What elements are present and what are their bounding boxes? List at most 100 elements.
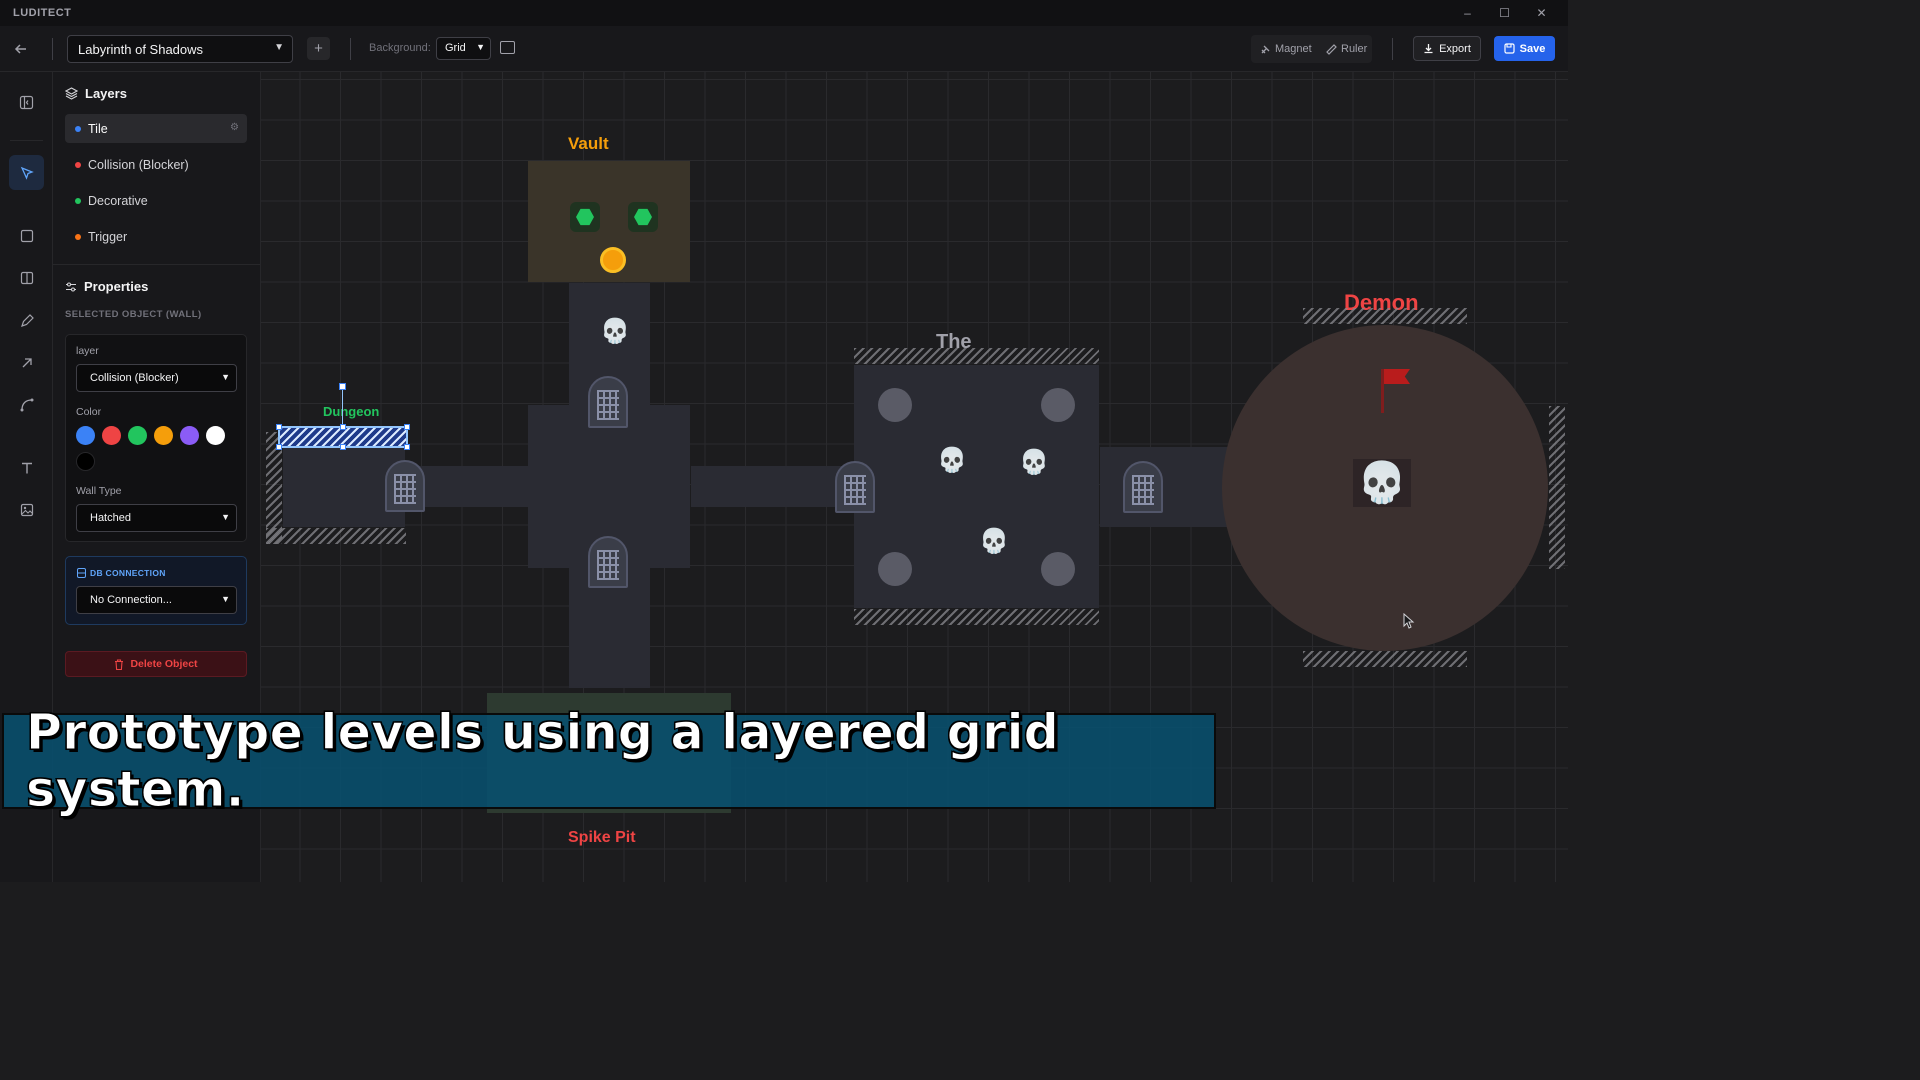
spike-pit-label: Spike Pit [568, 829, 636, 846]
demon-wall-south[interactable] [1303, 651, 1467, 667]
wall-type-select[interactable]: Hatched ▼ [76, 504, 237, 532]
chevron-down-icon: ▼ [476, 42, 485, 52]
color-swatch-green[interactable] [128, 426, 147, 445]
resize-handle[interactable] [404, 424, 410, 430]
east-passage[interactable] [1100, 447, 1230, 527]
color-swatch-amber[interactable] [154, 426, 173, 445]
toggle-sidebar-icon[interactable] [9, 85, 44, 120]
layer-item-trigger[interactable]: Trigger [65, 222, 247, 251]
curve-tool-icon[interactable] [9, 387, 44, 422]
color-swatch-white[interactable] [206, 426, 225, 445]
project-select[interactable]: Labyrinth of Shadows ▼ [67, 35, 293, 63]
chevron-down-icon: ▼ [221, 372, 230, 382]
add-project-button[interactable]: + [307, 37, 330, 60]
skull-icon[interactable]: 💀 [600, 320, 630, 344]
text-tool-icon[interactable] [9, 450, 44, 485]
export-button[interactable]: Export [1413, 36, 1481, 61]
skull-icon[interactable]: 💀 [937, 449, 967, 473]
pillar[interactable] [878, 388, 912, 422]
gem-icon[interactable] [628, 202, 658, 232]
properties-header: Properties [65, 279, 148, 294]
background-select[interactable]: Grid ▼ [436, 37, 491, 60]
resize-handle[interactable] [340, 424, 346, 430]
color-swatch-red[interactable] [102, 426, 121, 445]
close-button[interactable]: ✕ [1523, 0, 1560, 26]
title-bar: LUDITECT – ☐ ✕ [0, 0, 1568, 26]
gem-icon[interactable] [570, 202, 600, 232]
resize-handle[interactable] [340, 444, 346, 450]
color-swatch-black[interactable] [76, 452, 95, 471]
skull-icon[interactable]: 💀 [1019, 451, 1049, 475]
layer-select-value: Collision (Blocker) [90, 372, 179, 384]
sliders-icon [66, 282, 76, 291]
gate-icon[interactable] [385, 460, 425, 512]
layer-item-decorative[interactable]: Decorative [65, 186, 247, 215]
rotate-handle[interactable] [339, 383, 346, 390]
app-name: LUDITECT [13, 7, 72, 19]
the-wall-south[interactable] [854, 609, 1099, 625]
back-arrow-icon[interactable] [10, 38, 32, 60]
arrow-tool-icon[interactable] [9, 345, 44, 380]
wall-type-value: Hatched [90, 512, 131, 524]
demon-wall-north[interactable] [1303, 308, 1467, 324]
sidebar-divider [53, 264, 261, 265]
west-corridor[interactable] [413, 466, 528, 507]
top-toolbar: Labyrinth of Shadows ▼ + Background: Gri… [0, 26, 1568, 72]
east-corridor[interactable] [691, 466, 855, 507]
layer-field-label: layer [76, 345, 99, 357]
background-value: Grid [445, 42, 466, 54]
chevron-down-icon: ▼ [221, 512, 230, 522]
ruler-button[interactable]: Ruler [1326, 35, 1367, 63]
color-swatch-blue[interactable] [76, 426, 95, 445]
layer-settings-icon[interactable]: ⚙ [230, 122, 239, 133]
caption-text: Prototype levels using a layered grid sy… [26, 704, 1060, 819]
snap-tools: Magnet Ruler [1251, 35, 1372, 63]
delete-object-label: Delete Object [130, 658, 198, 670]
dungeon-label: Dungeon [323, 404, 380, 419]
caption-banner: Prototype levels using a layered grid sy… [2, 704, 1216, 819]
select-tool-icon[interactable] [9, 155, 44, 190]
image-tool-icon[interactable] [9, 492, 44, 527]
gate-icon[interactable] [588, 376, 628, 428]
db-connection-value: No Connection... [90, 594, 172, 606]
pillar[interactable] [1041, 552, 1075, 586]
background-color-button[interactable] [500, 41, 515, 54]
minimize-button[interactable]: – [1449, 0, 1486, 26]
resize-handle[interactable] [276, 444, 282, 450]
db-connection-title: DB CONNECTION [90, 568, 166, 578]
magnet-button[interactable]: Magnet [1260, 35, 1312, 63]
luditect-app: LUDITECT – ☐ ✕ Labyrinth of Shadows ▼ + … [0, 0, 1568, 882]
mouse-cursor-icon [1403, 613, 1415, 629]
db-connection-select[interactable]: No Connection... ▼ [76, 586, 237, 614]
ruler-icon [1326, 43, 1337, 55]
layer-select[interactable]: Collision (Blocker) ▼ [76, 364, 237, 392]
coin-icon[interactable] [600, 247, 626, 273]
gate-icon[interactable] [1123, 461, 1163, 513]
chevron-down-icon: ▼ [274, 42, 284, 53]
gate-icon[interactable] [835, 461, 875, 513]
demon-wall-east[interactable] [1549, 406, 1565, 569]
gate-icon[interactable] [588, 536, 628, 588]
layer-item-tile[interactable]: Tile ⚙ [65, 114, 247, 143]
pillar[interactable] [1041, 388, 1075, 422]
boss-skull-icon[interactable]: 💀 [1353, 459, 1411, 507]
layer-item-collision[interactable]: Collision (Blocker) [65, 150, 247, 179]
skull-icon[interactable]: 💀 [979, 530, 1009, 554]
resize-handle[interactable] [404, 444, 410, 450]
rectangle-tool-icon[interactable] [9, 218, 44, 253]
selected-object-label: SELECTED OBJECT (WALL) [65, 309, 202, 320]
maximize-button[interactable]: ☐ [1486, 0, 1523, 26]
split-tool-icon[interactable] [9, 260, 44, 295]
ruler-label: Ruler [1341, 43, 1368, 55]
dungeon-wall-south[interactable] [266, 528, 406, 544]
resize-handle[interactable] [276, 424, 282, 430]
color-swatch-purple[interactable] [180, 426, 199, 445]
the-wall-north[interactable] [854, 348, 1099, 364]
toolbar-divider [350, 38, 351, 60]
pen-tool-icon[interactable] [9, 303, 44, 338]
pillar[interactable] [878, 552, 912, 586]
save-button[interactable]: Save [1494, 36, 1555, 61]
layer-label: Tile [88, 121, 108, 136]
delete-object-button[interactable]: Delete Object [65, 651, 247, 677]
layer-color-dot [75, 161, 81, 168]
